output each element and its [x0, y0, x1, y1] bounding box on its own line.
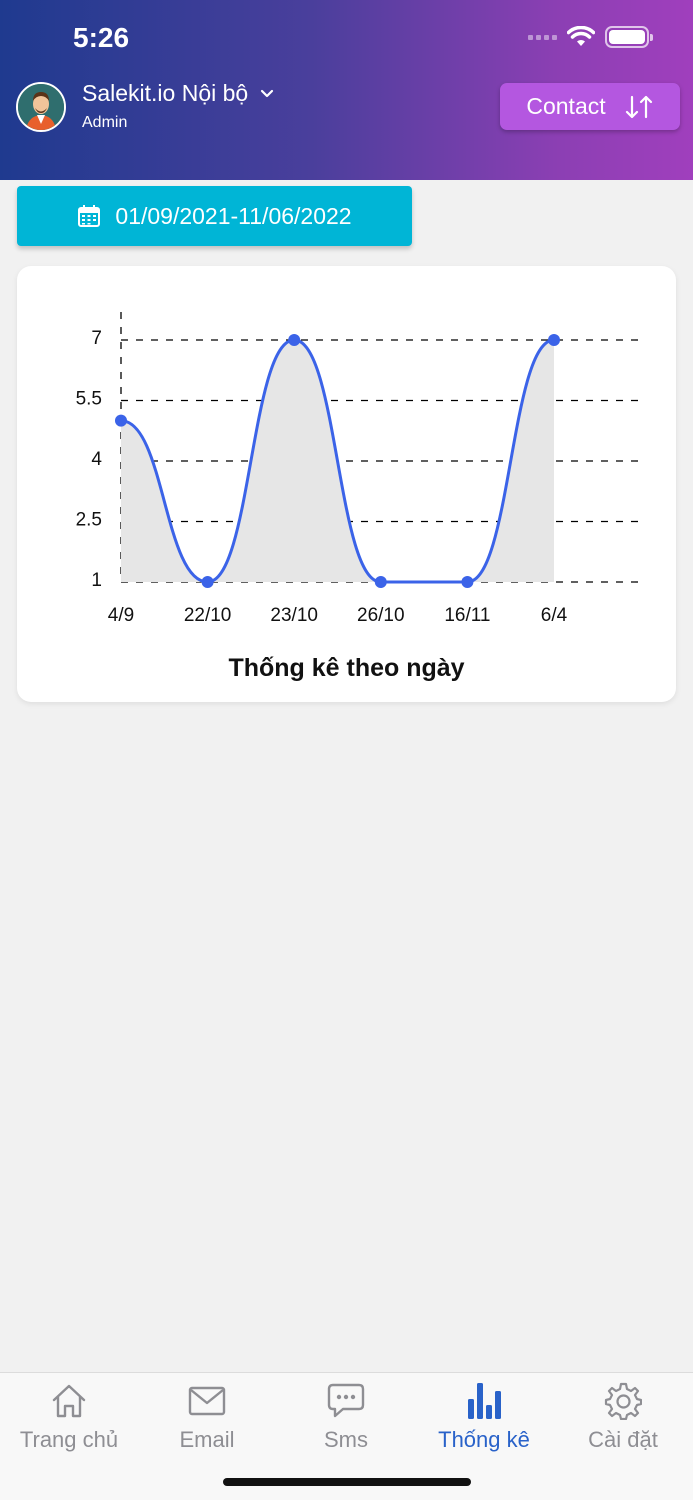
contact-button-label: Contact [526, 93, 606, 119]
tab-home-label: Trang chủ [19, 1427, 119, 1452]
tab-sms-label: Sms [324, 1427, 368, 1452]
x-tick-label: 23/10 [270, 605, 318, 626]
stats-chart-card: 7 5.5 4 2.5 1 4/9 22/10 23/10 26/10 16/11 6/4 Thố… [17, 266, 676, 702]
sort-arrows-icon [625, 95, 652, 118]
data-point[interactable] [461, 576, 474, 588]
data-point[interactable] [201, 576, 214, 588]
gear-icon [604, 1382, 642, 1420]
data-point[interactable] [548, 334, 560, 346]
avatar[interactable] [16, 82, 66, 132]
data-point[interactable] [115, 414, 127, 427]
org-name: Salekit.io Nội bộ [82, 80, 249, 106]
home-icon [52, 1384, 86, 1418]
tab-home[interactable]: Trang chủ [0, 1379, 138, 1453]
org-switcher[interactable]: Salekit.io Nội bộ [82, 80, 274, 107]
status-time: 5:26 [73, 22, 130, 53]
data-point[interactable] [374, 576, 387, 588]
x-tick-label: 4/9 [108, 605, 134, 626]
app-header: 5:26 Salekit.io Nội bộ Admin Contact [0, 0, 693, 180]
home-indicator [223, 1478, 471, 1486]
bar-chart-icon [468, 1383, 501, 1419]
cellular-signal-icon [528, 34, 557, 40]
calendar-icon [78, 205, 101, 227]
y-tick-label: 1 [91, 570, 102, 591]
chart-title: Thống kê theo ngày [228, 654, 465, 682]
tab-sms[interactable]: Sms [277, 1379, 415, 1453]
y-tick-label: 7 [91, 328, 102, 349]
tab-email-label: Email [179, 1427, 235, 1452]
contact-button[interactable]: Contact [500, 83, 680, 130]
avatar-icon [18, 84, 64, 130]
tab-email[interactable]: Email [138, 1379, 276, 1453]
tab-statistics[interactable]: Thống kê [415, 1379, 553, 1453]
mail-icon [188, 1386, 226, 1416]
x-tick-label: 22/10 [184, 605, 232, 626]
line-chart: 7 5.5 4 2.5 1 4/9 22/10 23/10 26/10 16/11 6/4 [76, 312, 642, 626]
chevron-down-icon [261, 89, 274, 97]
tab-statistics-label: Thống kê [438, 1427, 530, 1452]
tab-settings-label: Cài đặt [588, 1427, 658, 1452]
chat-icon [327, 1383, 365, 1418]
data-point[interactable] [288, 334, 301, 346]
x-tick-label: 16/11 [444, 605, 490, 626]
y-tick-label: 4 [91, 449, 102, 470]
x-tick-label: 26/10 [357, 605, 405, 626]
battery-icon [605, 26, 653, 48]
date-range-label: 01/09/2021-11/06/2022 [115, 202, 352, 229]
y-tick-label: 5.5 [76, 389, 102, 410]
tab-settings[interactable]: Cài đặt [554, 1379, 692, 1453]
y-tick-label: 2.5 [76, 510, 102, 531]
wifi-icon [567, 26, 595, 46]
user-role: Admin [82, 114, 128, 131]
status-icons [528, 26, 653, 48]
date-range-button[interactable]: 01/09/2021-11/06/2022 [17, 186, 412, 246]
x-tick-label: 6/4 [541, 605, 568, 626]
